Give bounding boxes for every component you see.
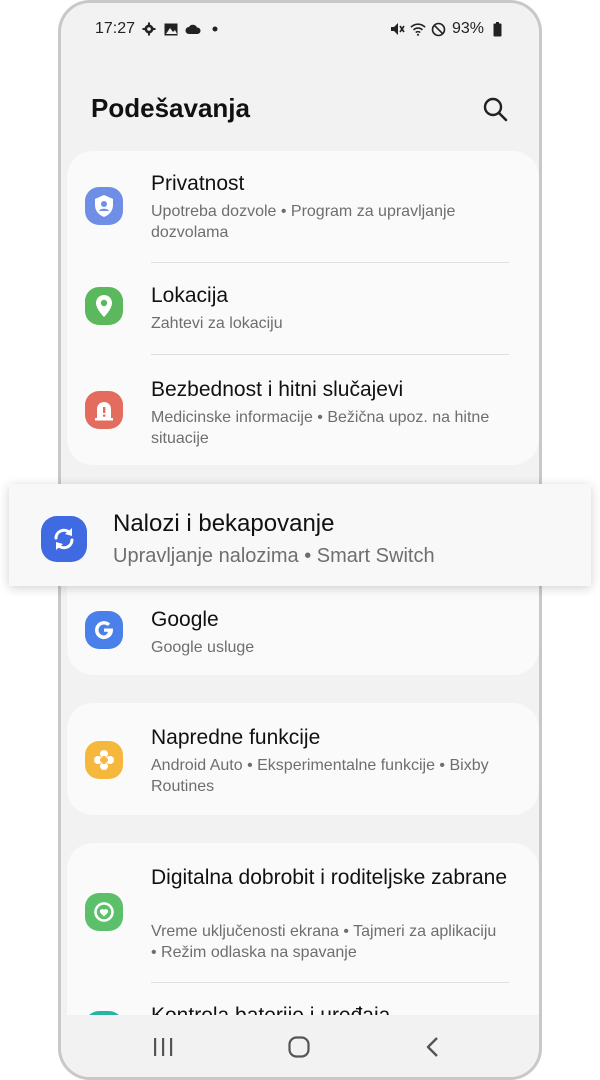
status-bar: 17:27 93% (61, 3, 539, 57)
location-pin-icon (85, 287, 123, 325)
sync-icon (41, 516, 87, 562)
settings-item-title: Privatnost (151, 172, 245, 195)
navigation-bar (61, 1015, 539, 1077)
shield-user-icon (85, 187, 123, 225)
battery-icon (489, 21, 505, 37)
image-icon (163, 21, 179, 37)
back-button[interactable] (413, 1033, 453, 1061)
recents-icon (154, 1038, 173, 1056)
status-time: 17:27 (95, 20, 136, 37)
settings-item-title: Nalozi i bekapovanje (113, 510, 335, 537)
settings-item-privacy[interactable]: Privatnost Upotreba dozvole • Program za… (67, 151, 539, 261)
settings-item-title: Google (151, 608, 219, 631)
advanced-features-icon (85, 741, 123, 779)
gear-icon (141, 21, 157, 37)
settings-item-subtitle: Vreme uključenosti ekrana • Tajmeri za a… (151, 923, 497, 961)
page-title: Podešavanja (91, 93, 250, 123)
recents-button[interactable] (143, 1033, 183, 1061)
wellbeing-icon (85, 893, 123, 931)
settings-item-subtitle: Upotreba dozvole • Program za upravljanj… (151, 203, 456, 241)
settings-item-digital-wellbeing[interactable]: Digitalna dobrobit i roditeljske zabrane… (67, 843, 539, 981)
settings-item-title: Bezbednost i hitni slučajevi (151, 378, 404, 401)
settings-item-title: Napredne funkcije (151, 726, 321, 749)
cloud-icon (185, 21, 201, 37)
settings-item-subtitle: Android Auto • Eksperimentalne funkcije … (151, 757, 489, 795)
home-button[interactable] (279, 1033, 319, 1061)
do-not-disturb-icon (431, 21, 447, 37)
search-button[interactable] (477, 91, 513, 127)
settings-item-accounts-backup[interactable]: Nalozi i bekapovanje Upravljanje nalozim… (9, 484, 591, 586)
wifi-icon (410, 21, 426, 37)
settings-card-security: Privatnost Upotreba dozvole • Program za… (67, 151, 539, 465)
settings-item-location[interactable]: Lokacija Zahtevi za lokaciju (67, 263, 539, 353)
back-icon (426, 1037, 438, 1057)
settings-item-title: Lokacija (151, 284, 229, 307)
google-icon (85, 611, 123, 649)
search-icon (483, 97, 508, 122)
settings-item-title: Digitalna dobrobit i roditeljske zabrane (151, 866, 508, 889)
battery-percent: 93% (451, 20, 484, 37)
settings-item-subtitle: Upravljanje nalozima • Smart Switch (113, 545, 435, 567)
home-icon (288, 1036, 310, 1058)
dot-icon (207, 21, 223, 37)
settings-item-safety-emergency[interactable]: Bezbednost i hitni slučajevi Medicinske … (67, 355, 539, 465)
settings-card-wellbeing: Digitalna dobrobit i roditeljske zabrane… (67, 843, 539, 1049)
settings-card-advanced: Napredne funkcije Android Auto • Eksperi… (67, 703, 539, 815)
settings-item-subtitle: Zahtevi za lokaciju (151, 315, 283, 332)
settings-item-advanced-features[interactable]: Napredne funkcije Android Auto • Eksperi… (67, 703, 539, 815)
settings-item-subtitle: Medicinske informacije • Bežična upoz. n… (151, 409, 490, 447)
emergency-icon (85, 391, 123, 429)
settings-item-google[interactable]: Google Google usluge (67, 587, 539, 675)
settings-item-subtitle: Google usluge (151, 639, 255, 656)
page-header: Podešavanja (91, 87, 513, 131)
mute-icon (389, 21, 405, 37)
